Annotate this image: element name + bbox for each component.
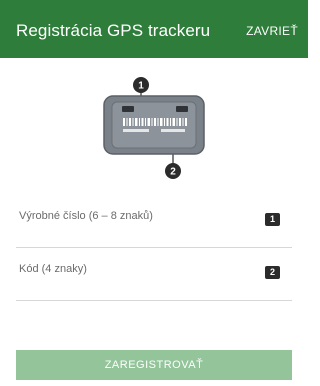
marker-1-number: 1 <box>138 81 144 92</box>
code-label-stripe <box>161 129 185 132</box>
code-badge: 2 <box>265 266 280 279</box>
registration-dialog: Registrácia GPS trackeru ZAVRIEŤ 1 2 Výr… <box>0 0 308 386</box>
mount-slot-right <box>176 106 188 112</box>
serial-number-field[interactable]: Výrobné číslo (6 – 8 znaků) 1 <box>16 209 292 248</box>
dialog-header: Registrácia GPS trackeru ZAVRIEŤ <box>0 0 308 58</box>
serial-label-stripe <box>123 129 149 132</box>
serial-number-placeholder: Výrobné číslo (6 – 8 znaků) <box>19 210 153 222</box>
dialog-title: Registrácia GPS trackeru <box>16 21 211 40</box>
serial-number-badge: 1 <box>265 213 280 226</box>
close-button[interactable]: ZAVRIEŤ <box>246 24 298 38</box>
code-field[interactable]: Kód (4 znaky) 2 <box>16 262 292 301</box>
register-button[interactable]: ZAREGISTROVAŤ <box>16 350 292 380</box>
mount-slot-left <box>122 106 134 112</box>
marker-2-number: 2 <box>170 167 176 178</box>
gps-tracker-illustration: 1 2 <box>103 77 205 179</box>
barcode-icon <box>123 118 187 126</box>
code-placeholder: Kód (4 znaky) <box>19 263 87 275</box>
